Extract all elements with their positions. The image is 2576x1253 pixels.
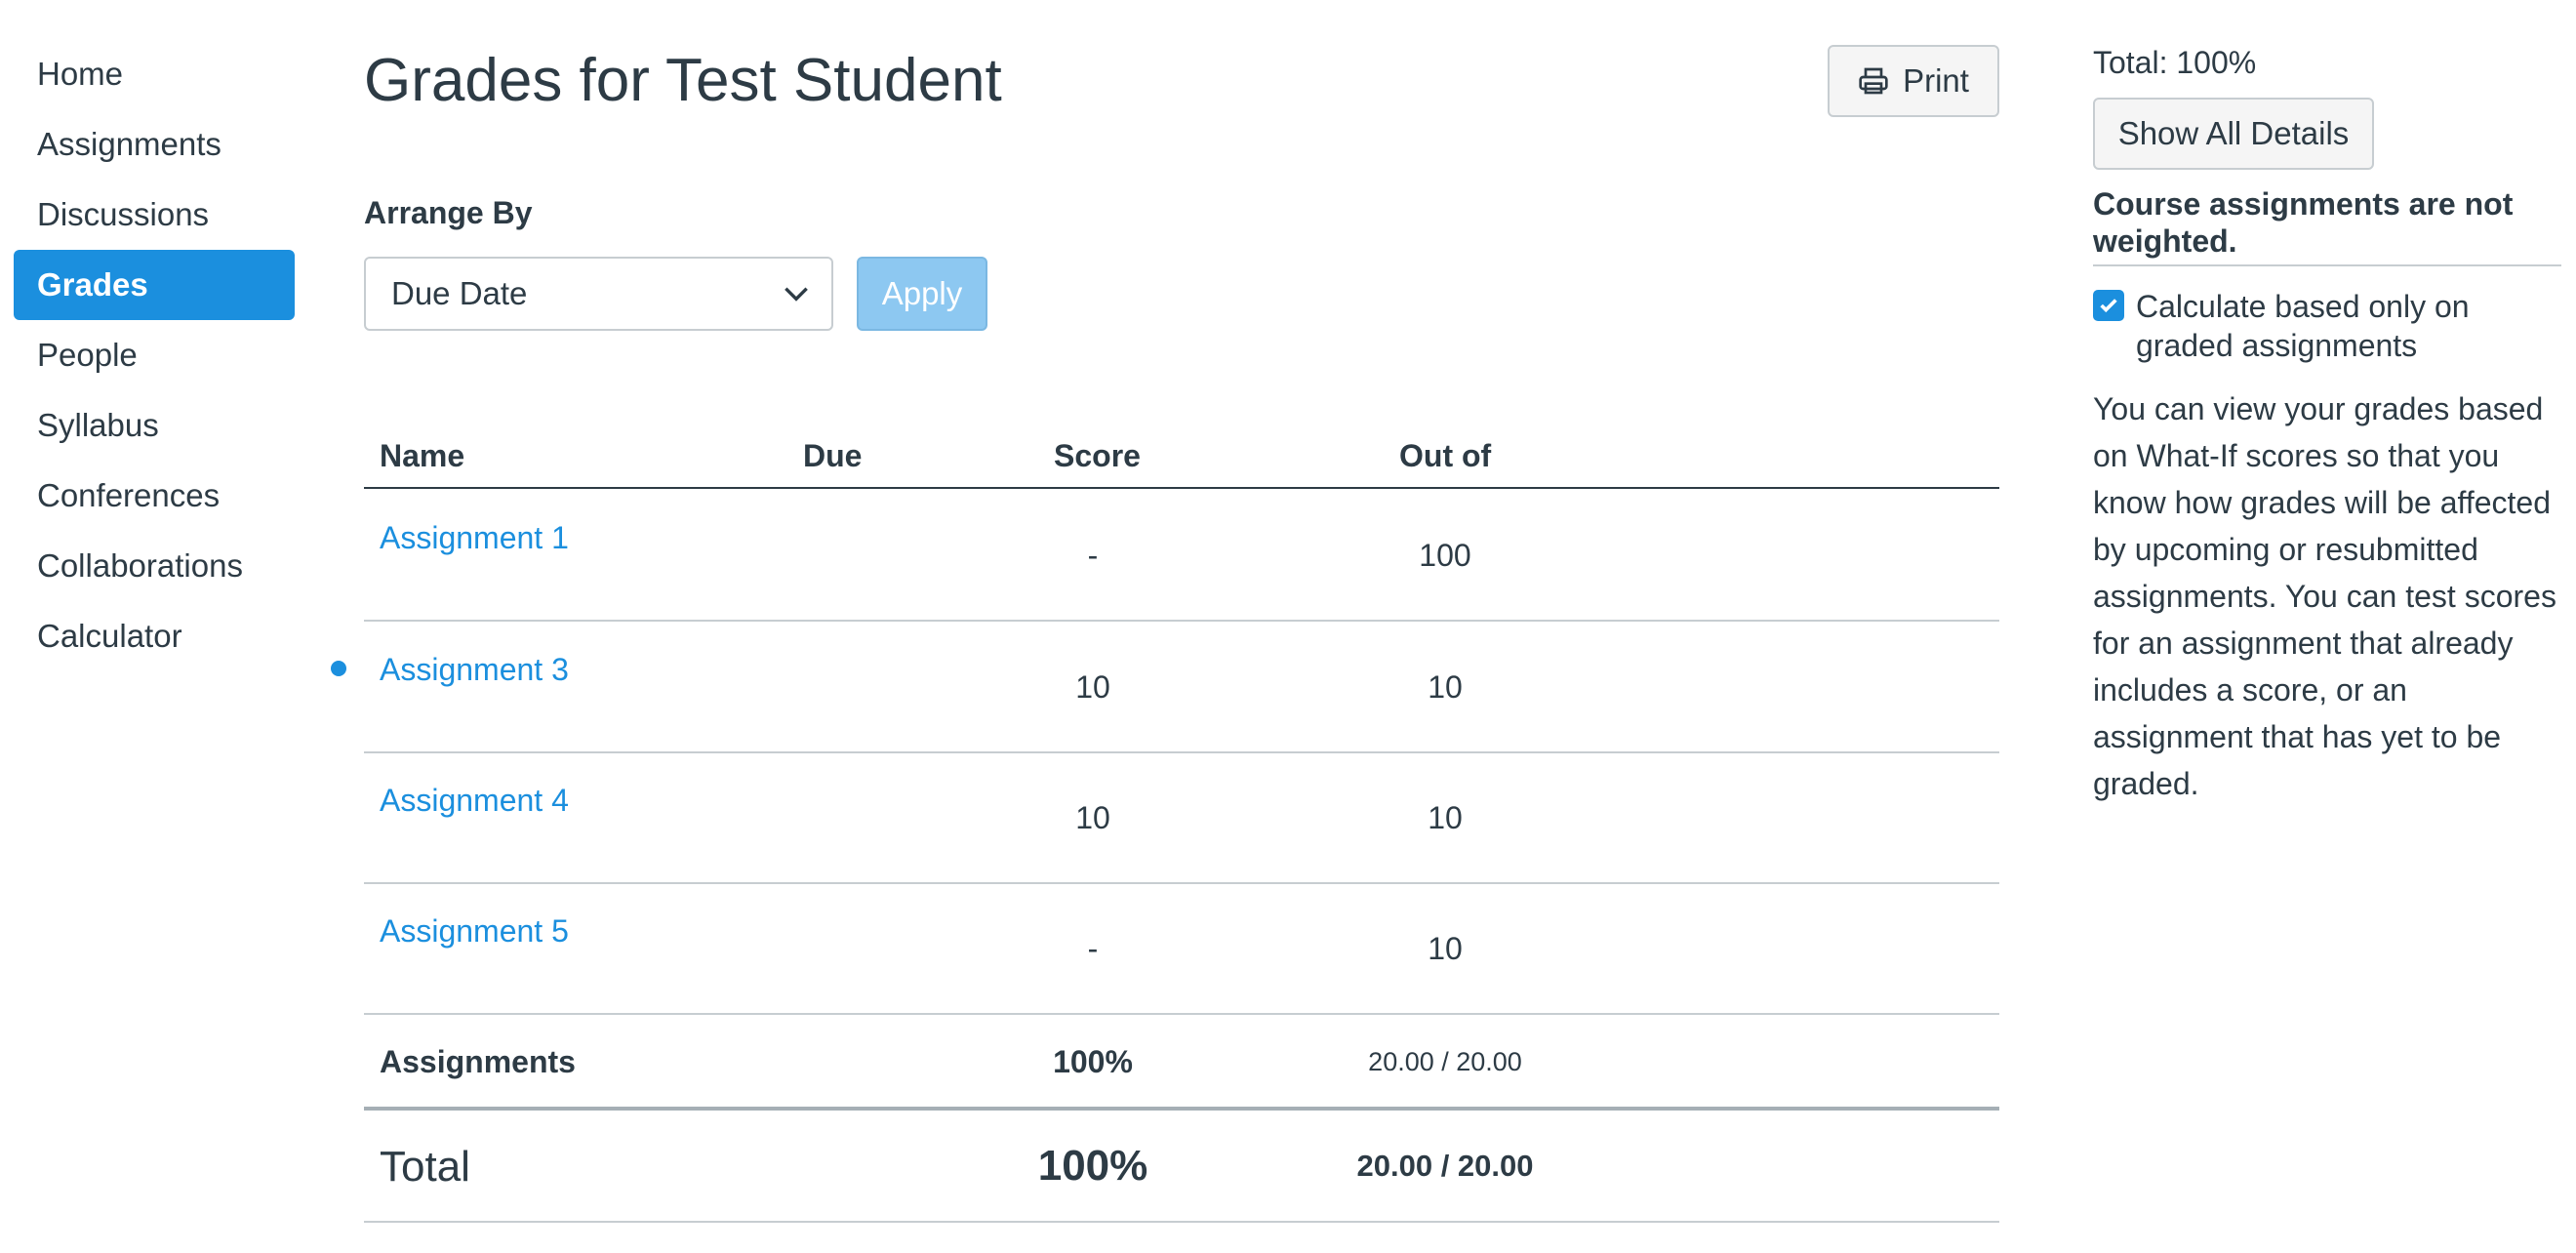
graded-only-label[interactable]: Calculate based only on graded assignmen… — [2136, 287, 2526, 365]
out-of-cell: 10 — [1428, 669, 1463, 705]
nav-item-people[interactable]: People — [14, 320, 295, 390]
weight-note: Course assignments are not weighted. — [2093, 186, 2514, 259]
row-divider — [364, 620, 1999, 622]
table-bottom-divider — [364, 1221, 1999, 1223]
group-out-of: 20.00 / 20.00 — [1368, 1047, 1522, 1076]
column-header-due[interactable]: Due — [803, 434, 862, 477]
header-divider — [364, 487, 1999, 489]
assignment-link[interactable]: Assignment 3 — [380, 648, 569, 691]
graded-only-checkbox[interactable] — [2093, 290, 2124, 321]
out-of-cell: 100 — [1419, 538, 1471, 573]
chevron-down-icon — [785, 287, 808, 302]
arrange-by-selected-value: Due Date — [391, 275, 528, 311]
panel-divider — [2093, 264, 2561, 266]
what-if-description: You can view your grades based on What-I… — [2093, 391, 2556, 801]
total-grade: Total: 100% — [2093, 45, 2257, 80]
total-score: 100% — [1037, 1142, 1148, 1190]
total-label: Total — [380, 1143, 470, 1191]
row-divider — [364, 882, 1999, 884]
column-header-score[interactable]: Score — [1054, 434, 1141, 477]
arrange-by-label: Arrange By — [364, 195, 533, 230]
page-title: Grades for Test Student — [364, 47, 1002, 114]
nav-item-home[interactable]: Home — [14, 39, 295, 109]
column-header-name[interactable]: Name — [380, 434, 464, 477]
score-cell[interactable]: 10 — [995, 796, 1190, 839]
out-of-cell: 10 — [1428, 931, 1463, 966]
print-button-label: Print — [1903, 62, 1969, 99]
score-cell[interactable]: 10 — [995, 666, 1190, 708]
print-button[interactable]: Print — [1828, 45, 1999, 117]
apply-button[interactable]: Apply — [857, 257, 987, 331]
nav-item-discussions[interactable]: Discussions — [14, 180, 295, 250]
printer-icon — [1859, 67, 1888, 95]
assignment-link[interactable]: Assignment 5 — [380, 909, 569, 952]
score-cell[interactable]: - — [995, 534, 1190, 577]
assignment-link[interactable]: Assignment 4 — [380, 779, 569, 822]
nav-item-calculator[interactable]: Calculator — [14, 601, 295, 671]
unread-indicator — [331, 661, 346, 676]
score-cell[interactable]: - — [995, 927, 1190, 970]
nav-item-syllabus[interactable]: Syllabus — [14, 390, 295, 461]
nav-item-assignments[interactable]: Assignments — [14, 109, 295, 180]
assignment-link[interactable]: Assignment 1 — [380, 516, 569, 559]
nav-item-collaborations[interactable]: Collaborations — [14, 531, 295, 601]
nav-item-grades[interactable]: Grades — [14, 250, 295, 320]
checkmark-icon — [2100, 299, 2117, 313]
row-divider — [364, 751, 1999, 753]
nav-item-conferences[interactable]: Conferences — [14, 461, 295, 531]
show-all-details-button[interactable]: Show All Details — [2093, 98, 2374, 170]
total-divider — [364, 1107, 1999, 1111]
group-score: 100% — [1053, 1044, 1133, 1079]
out-of-cell: 10 — [1428, 800, 1463, 835]
total-out-of: 20.00 / 20.00 — [1356, 1149, 1534, 1183]
group-name: Assignments — [380, 1044, 576, 1079]
arrange-by-select[interactable]: Due Date — [364, 257, 833, 331]
row-divider — [364, 1013, 1999, 1015]
column-header-out-of[interactable]: Out of — [1399, 434, 1491, 477]
